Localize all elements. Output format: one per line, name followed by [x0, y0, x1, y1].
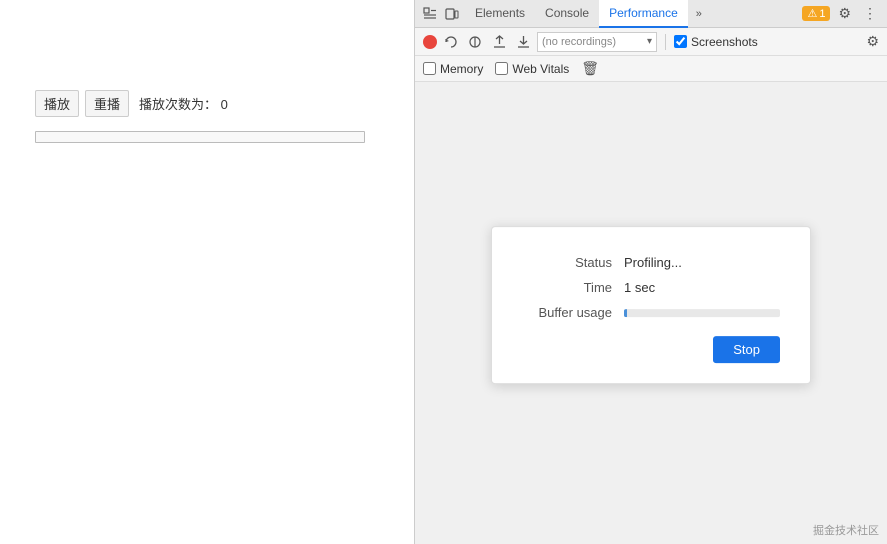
web-vitals-checkbox[interactable] [495, 62, 508, 75]
left-panel: 播放 重播 播放次数为： 0 [0, 0, 415, 544]
profiling-dialog: Status Profiling... Time 1 sec Buffer us… [491, 226, 811, 384]
left-content: 播放 重播 播放次数为： 0 [0, 0, 414, 163]
status-label: Status [522, 255, 612, 270]
play-button[interactable]: 播放 [35, 90, 79, 117]
device-icon[interactable] [443, 5, 461, 23]
capture-settings-icon[interactable]: ⚙ [866, 33, 879, 50]
more-tabs-icon[interactable]: » [692, 8, 706, 20]
web-vitals-checkbox-group[interactable]: Web Vitals [495, 62, 569, 76]
buffer-bar [624, 309, 780, 317]
tab-console[interactable]: Console [535, 0, 599, 28]
stop-recording-button[interactable] [465, 32, 485, 52]
play-controls: 播放 重播 播放次数为： 0 [35, 90, 379, 117]
memory-checkbox[interactable] [423, 62, 436, 75]
tab-performance[interactable]: Performance [599, 0, 688, 28]
status-value: Profiling... [624, 255, 682, 270]
buffer-label: Buffer usage [522, 305, 612, 320]
time-label: Time [522, 280, 612, 295]
replay-button[interactable]: 重播 [85, 90, 129, 117]
dropdown-arrow-icon: ▾ [647, 36, 652, 47]
settings-icon[interactable]: ⚙ [834, 5, 855, 22]
dialog-actions: Stop [522, 336, 780, 363]
performance-toolbar2: Memory Web Vitals 🗑 [415, 56, 887, 82]
stop-button[interactable]: Stop [713, 336, 780, 363]
time-row: Time 1 sec [522, 280, 780, 295]
play-count-label: 播放次数为： 0 [139, 94, 228, 113]
warning-badge[interactable]: ⚠ 1 [802, 6, 830, 21]
time-value: 1 sec [624, 280, 655, 295]
watermark: 掘金技术社区 [813, 522, 879, 538]
progress-bar [35, 131, 365, 143]
screenshots-checkbox-group[interactable]: Screenshots [674, 35, 758, 49]
reload-record-button[interactable] [441, 32, 461, 52]
download-button[interactable] [513, 32, 533, 52]
record-button[interactable] [423, 35, 437, 49]
devtools-tabs: Elements Console Performance [465, 0, 688, 28]
memory-checkbox-group[interactable]: Memory [423, 62, 483, 76]
recordings-dropdown[interactable]: (no recordings) ▾ [537, 32, 657, 52]
devtools-panel: Elements Console Performance » ⚠ 1 ⚙ ⋮ [415, 0, 887, 544]
status-row: Status Profiling... [522, 255, 780, 270]
inspect-icon[interactable] [421, 5, 439, 23]
buffer-bar-fill [624, 309, 627, 317]
toolbar-divider [665, 34, 666, 50]
delete-recordings-button[interactable]: 🗑 [581, 60, 599, 77]
warning-icon: ⚠ [807, 7, 817, 20]
performance-toolbar: (no recordings) ▾ Screenshots ⚙ [415, 28, 887, 56]
screenshots-checkbox[interactable] [674, 35, 687, 48]
tab-elements[interactable]: Elements [465, 0, 535, 28]
more-options-icon[interactable]: ⋮ [859, 5, 881, 22]
devtools-main: Status Profiling... Time 1 sec Buffer us… [415, 82, 887, 544]
buffer-row: Buffer usage [522, 305, 780, 320]
upload-button[interactable] [489, 32, 509, 52]
devtools-topbar: Elements Console Performance » ⚠ 1 ⚙ ⋮ [415, 0, 887, 28]
